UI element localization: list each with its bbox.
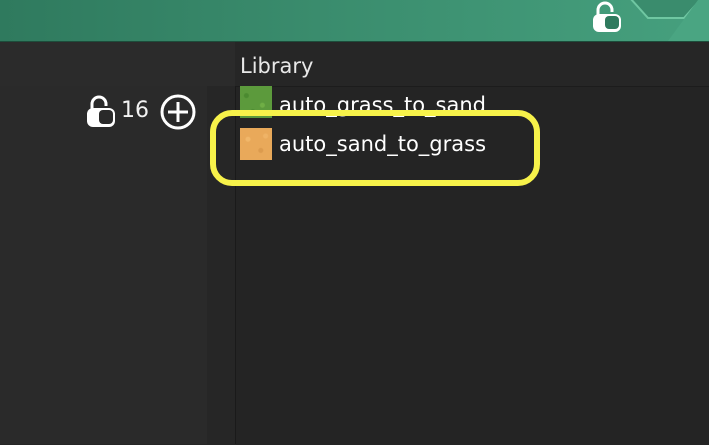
- left-panel: [0, 86, 208, 444]
- item-count: 16: [121, 98, 149, 123]
- add-button[interactable]: [159, 93, 197, 131]
- left-panel-header: [0, 42, 235, 87]
- lock-icon[interactable]: [84, 95, 118, 129]
- lock-icon[interactable]: [590, 1, 624, 33]
- library-title: Library: [240, 54, 314, 78]
- top-toolbar: [0, 0, 709, 42]
- highlight-box: [210, 110, 540, 186]
- corner-stripe: [668, 0, 709, 41]
